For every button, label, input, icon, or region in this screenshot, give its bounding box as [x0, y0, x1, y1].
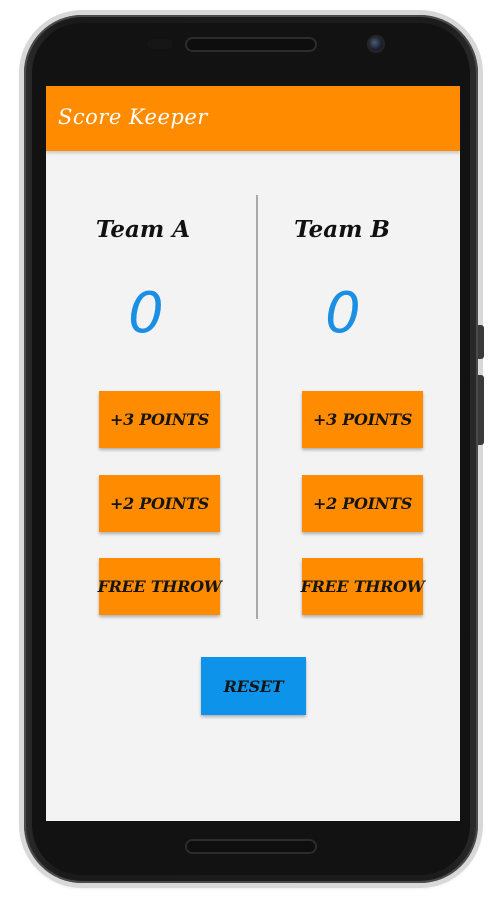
- team-a-plus-two-button[interactable]: +2 POINTS: [99, 475, 220, 532]
- team-a-plus-three-button[interactable]: +3 POINTS: [99, 391, 220, 448]
- team-a-free-throw-button[interactable]: FREE THROW: [98, 558, 222, 615]
- reset-button[interactable]: RESET: [201, 657, 306, 715]
- team-b-name: Team B: [294, 216, 390, 243]
- volume-button: [478, 325, 484, 359]
- earpiece-speaker: [187, 39, 315, 50]
- proximity-sensor: [147, 39, 173, 49]
- app-bar: Score Keeper: [46, 86, 460, 151]
- power-button: [478, 375, 484, 445]
- team-a-name: Team A: [95, 216, 191, 243]
- team-a-score: 0: [128, 281, 164, 346]
- app-screen: Score Keeper Team A 0 Team B 0 +3 POINTS…: [46, 86, 460, 821]
- bottom-speaker: [187, 841, 315, 852]
- team-b-plus-two-button[interactable]: +2 POINTS: [302, 475, 423, 532]
- team-b-free-throw-button[interactable]: FREE THROW: [301, 558, 425, 615]
- team-b-score: 0: [325, 281, 361, 346]
- app-title: Score Keeper: [58, 105, 208, 129]
- front-camera-icon: [369, 37, 383, 51]
- team-b-plus-three-button[interactable]: +3 POINTS: [302, 391, 423, 448]
- team-divider: [256, 195, 258, 619]
